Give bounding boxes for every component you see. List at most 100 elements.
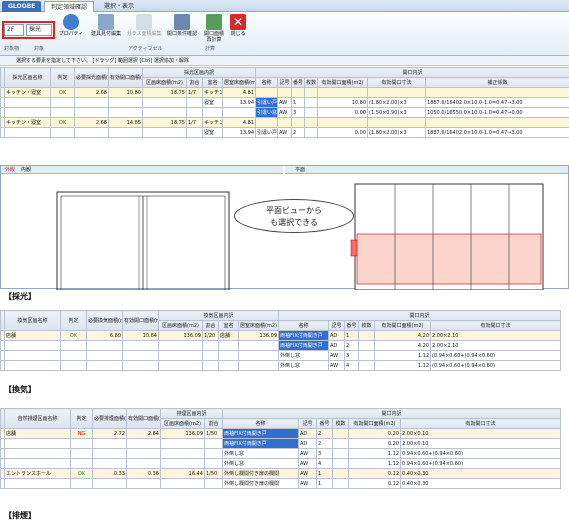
section-label-light: 【採光】	[4, 292, 36, 301]
group-label: アクティブセル	[128, 46, 163, 52]
table-cell: 外倒し窓	[278, 360, 330, 371]
table-cell: 両袖FIX付両開き戸	[278, 330, 330, 341]
table-cell: 2	[291, 127, 306, 138]
table-cell: 4	[316, 458, 334, 469]
table-row[interactable]: 外倒し窓 AW 4 1.12 0.94×0.60+(0.94×0.60)	[0, 458, 562, 469]
table-cell	[160, 478, 205, 489]
table-cell	[4, 127, 51, 138]
recalculate-button[interactable]: 開口面積再計算	[202, 14, 226, 43]
table-row[interactable]: 外倒し欄間付き扉の欄間 AW 1 0.12 0.40×0.30	[0, 478, 562, 489]
table-cell: AW	[298, 458, 318, 469]
table-cell: 0.20	[348, 438, 402, 449]
vent-table: 換気区画名称判定必要換気面積(m2)有効開口面積(m2)換気区画内訳開口内訳 区…	[0, 310, 562, 371]
tab-area-check[interactable]: 判定領域確認	[44, 1, 95, 12]
table-cell: 16.44	[160, 468, 205, 479]
table-cell	[4, 360, 61, 371]
table-cell	[317, 117, 369, 128]
table-cell: 2.68	[74, 117, 109, 128]
col-header: 区画床面積(m2)	[158, 320, 203, 331]
table-cell: 0.36	[126, 468, 161, 479]
group-label: 対象	[34, 46, 45, 52]
table-cell: 4.81	[221, 87, 257, 98]
col-header: 採光区画名称	[4, 67, 51, 88]
info-icon	[63, 14, 79, 30]
table-cell: AW	[328, 350, 346, 361]
tab-plan[interactable]: 平面	[295, 166, 305, 173]
table-cell	[160, 448, 205, 459]
table-row[interactable]: 両袖FIX付両開き戸 AD 2 4.20 2.00×2.10	[0, 340, 562, 351]
close-button[interactable]: ✕ 閉じる	[228, 14, 248, 37]
table-row[interactable]: 両袖FIX付両開き戸 AD 2 0.20 2.00×0.10	[0, 438, 562, 449]
table-cell	[202, 107, 223, 118]
table-cell	[86, 350, 123, 361]
elevation-view[interactable]	[1, 174, 283, 290]
table-cell: 外倒し窓	[222, 448, 300, 459]
col-header: 枚数	[358, 320, 376, 331]
table-cell: 2.00×2.10	[430, 330, 562, 341]
table-row[interactable]: 外倒し窓 AW 3 1.12 0.94×0.60+(0.94×0.60)	[0, 448, 562, 459]
col-header: 換気区画名称	[4, 310, 61, 331]
table-cell	[4, 438, 71, 449]
col-header: 採光区画内訳	[141, 67, 257, 78]
table-cell: 1/20	[202, 330, 219, 341]
table-cell	[122, 350, 159, 361]
table-cell	[332, 458, 350, 469]
app-menu-tab[interactable]: GLOOBE	[2, 1, 42, 12]
property-button[interactable]: プロパティ	[56, 14, 86, 37]
table-cell	[358, 330, 376, 341]
table-cell: 2.64	[126, 428, 161, 439]
opening-condition-button[interactable]: 開口条件確認	[164, 14, 200, 37]
elevation-tabbar: 外観 内観	[1, 166, 283, 174]
table-row[interactable]: 店舗 NG 2.72 2.64 136.09 1/50 両袖FIX付両開き戸 AD 2 0.20 2…	[0, 428, 562, 439]
table-cell	[304, 117, 319, 128]
table-row[interactable]: エントランスホール OK 0.33 0.36 16.44 1/50 外倒し欄間付き扉の欄間 A…	[0, 468, 562, 479]
tab-select-display[interactable]: 選択・表示	[98, 1, 140, 12]
table-cell: 2.68	[74, 87, 109, 98]
table-row[interactable]: キッチン・寝室 OK 2.68 10.80 18.75 1/7 キッチン 4.81	[0, 87, 569, 98]
table-row[interactable]: 外倒し窓 AW 3 1.12 (0.94×0.60+(0.94×0.60)	[0, 350, 562, 361]
table-row[interactable]: 店舗 OK 6.80 10.64 136.09 1/20 店舗 136.09 両袖FIX付両開き…	[0, 330, 562, 341]
table-cell	[142, 107, 187, 118]
tab-exterior[interactable]: 外観	[5, 166, 15, 173]
plan-view[interactable]	[285, 174, 568, 290]
table-row[interactable]: 外倒し窓 AW 4 1.12 (0.94×0.60+(0.94×0.60)	[0, 360, 562, 371]
table-row[interactable]: 引違い窓 AW 3 0.00 (1.50×0.90)×3 1050.0/16550.0×1…	[0, 107, 569, 118]
table-cell	[160, 438, 205, 449]
table-cell: 0.40×0.30	[400, 478, 562, 489]
table-cell: 0.33	[92, 468, 127, 479]
table-cell: キッチン	[202, 87, 223, 98]
hint-bar: 選択する要素を指定して下さい。 [ドラッグ] 範囲選択 [Ctrl] 選択追加・…	[0, 56, 569, 66]
table-cell	[203, 448, 224, 459]
fitting-edit-button[interactable]: 建具見付編集	[88, 14, 124, 37]
table-cell	[332, 428, 350, 439]
table-cell: AW	[277, 97, 293, 108]
table-cell: NG	[70, 428, 93, 439]
table-cell	[291, 87, 306, 98]
col-header: 室名	[218, 320, 239, 331]
table-row[interactable]: キッチン・寝室 OK 2.68 14.85 18.75 1/7 キッチン 4.81	[0, 117, 569, 128]
table-cell: 外倒し欄間付き扉の欄間	[222, 478, 300, 489]
table-cell: 0.94×0.60+(0.94×0.60)	[400, 458, 562, 469]
table-cell	[237, 360, 280, 371]
table-cell: 1.12	[348, 448, 402, 459]
col-header: 番号	[316, 418, 334, 429]
table-cell	[237, 350, 280, 361]
vent-table-wrap: 換気区画名称判定必要換気面積(m2)有効開口面積(m2)換気区画内訳開口内訳 区…	[0, 310, 562, 371]
glass-area-button[interactable]: ガラス面積編集	[126, 14, 162, 37]
col-header: 名称	[255, 77, 279, 88]
table-cell	[367, 87, 427, 98]
table-row[interactable]: 寝室 13.94 引違い戸 AW 2 0.00 (1.80×2.00)×3 1887.6/16…	[0, 127, 569, 138]
table-cell	[425, 117, 569, 128]
tab-interior[interactable]: 内観	[21, 166, 31, 173]
table-cell	[186, 97, 203, 108]
table-cell: 10.64	[122, 330, 159, 341]
table-cell: 2.00×0.10	[400, 428, 562, 439]
table-cell: 1050.0/16550.0×10.0-1.0=0.47→0.00	[425, 107, 569, 118]
table-cell: 10.80	[108, 87, 143, 98]
table-cell: AD	[328, 340, 346, 351]
table-cell	[108, 127, 143, 138]
table-cell: 2	[316, 438, 334, 449]
table-row[interactable]: 寝室 13.94 引違い戸 AW 1 10.80 (1.80×2.00)×3 1887.6/1…	[0, 97, 569, 108]
table-cell: AW	[277, 127, 293, 138]
table-cell: AW	[298, 478, 318, 489]
